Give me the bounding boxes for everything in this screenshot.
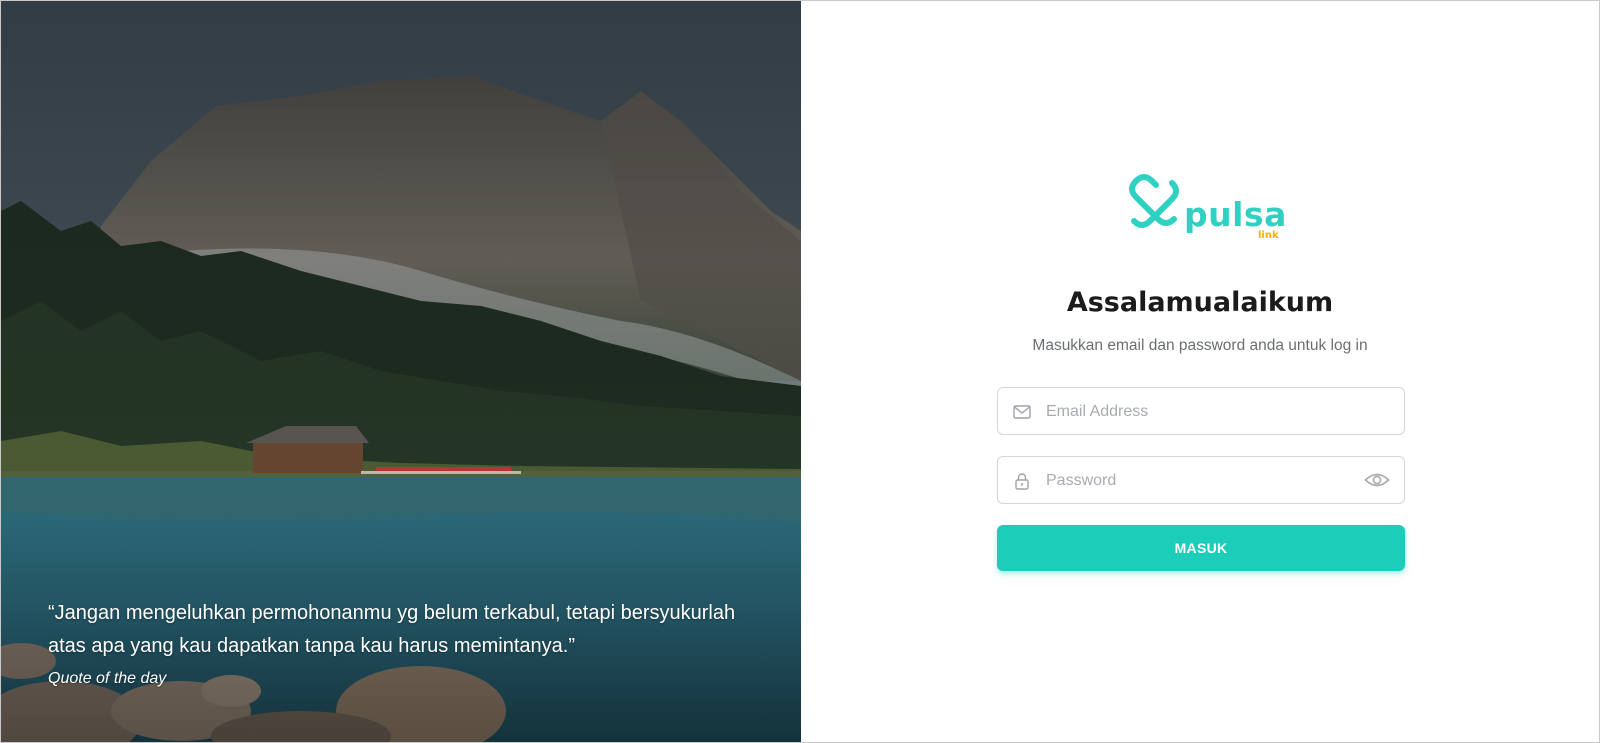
email-field[interactable] bbox=[997, 387, 1405, 436]
login-page: “Jangan mengeluhkan permohonanmu yg belu… bbox=[0, 0, 1600, 743]
quote-block: “Jangan mengeluhkan permohonanmu yg belu… bbox=[48, 597, 768, 688]
brand-logo: pulsa link bbox=[1126, 173, 1286, 245]
pulsa-link-logo-icon bbox=[1129, 174, 1179, 228]
password-field[interactable] bbox=[997, 456, 1405, 505]
mail-icon bbox=[1013, 405, 1031, 419]
brand-name: pulsa bbox=[1184, 195, 1287, 234]
page-subtitle: Masukkan email dan password anda untuk l… bbox=[1032, 337, 1368, 354]
quote-text: “Jangan mengeluhkan permohonanmu yg belu… bbox=[48, 602, 736, 657]
quote-caption: Quote of the day bbox=[48, 670, 167, 687]
password-input[interactable] bbox=[1044, 457, 1348, 505]
login-panel: pulsa link Assalamualaikum Masukkan emai… bbox=[801, 1, 1599, 742]
email-input[interactable] bbox=[1044, 388, 1348, 436]
page-title: Assalamualaikum bbox=[1066, 287, 1334, 318]
eye-icon[interactable] bbox=[1364, 470, 1390, 490]
login-button[interactable]: MASUK bbox=[997, 525, 1405, 571]
hero-image-panel: “Jangan mengeluhkan permohonanmu yg belu… bbox=[1, 1, 801, 742]
lock-icon bbox=[1015, 473, 1029, 490]
brand-sub: link bbox=[1258, 230, 1279, 241]
